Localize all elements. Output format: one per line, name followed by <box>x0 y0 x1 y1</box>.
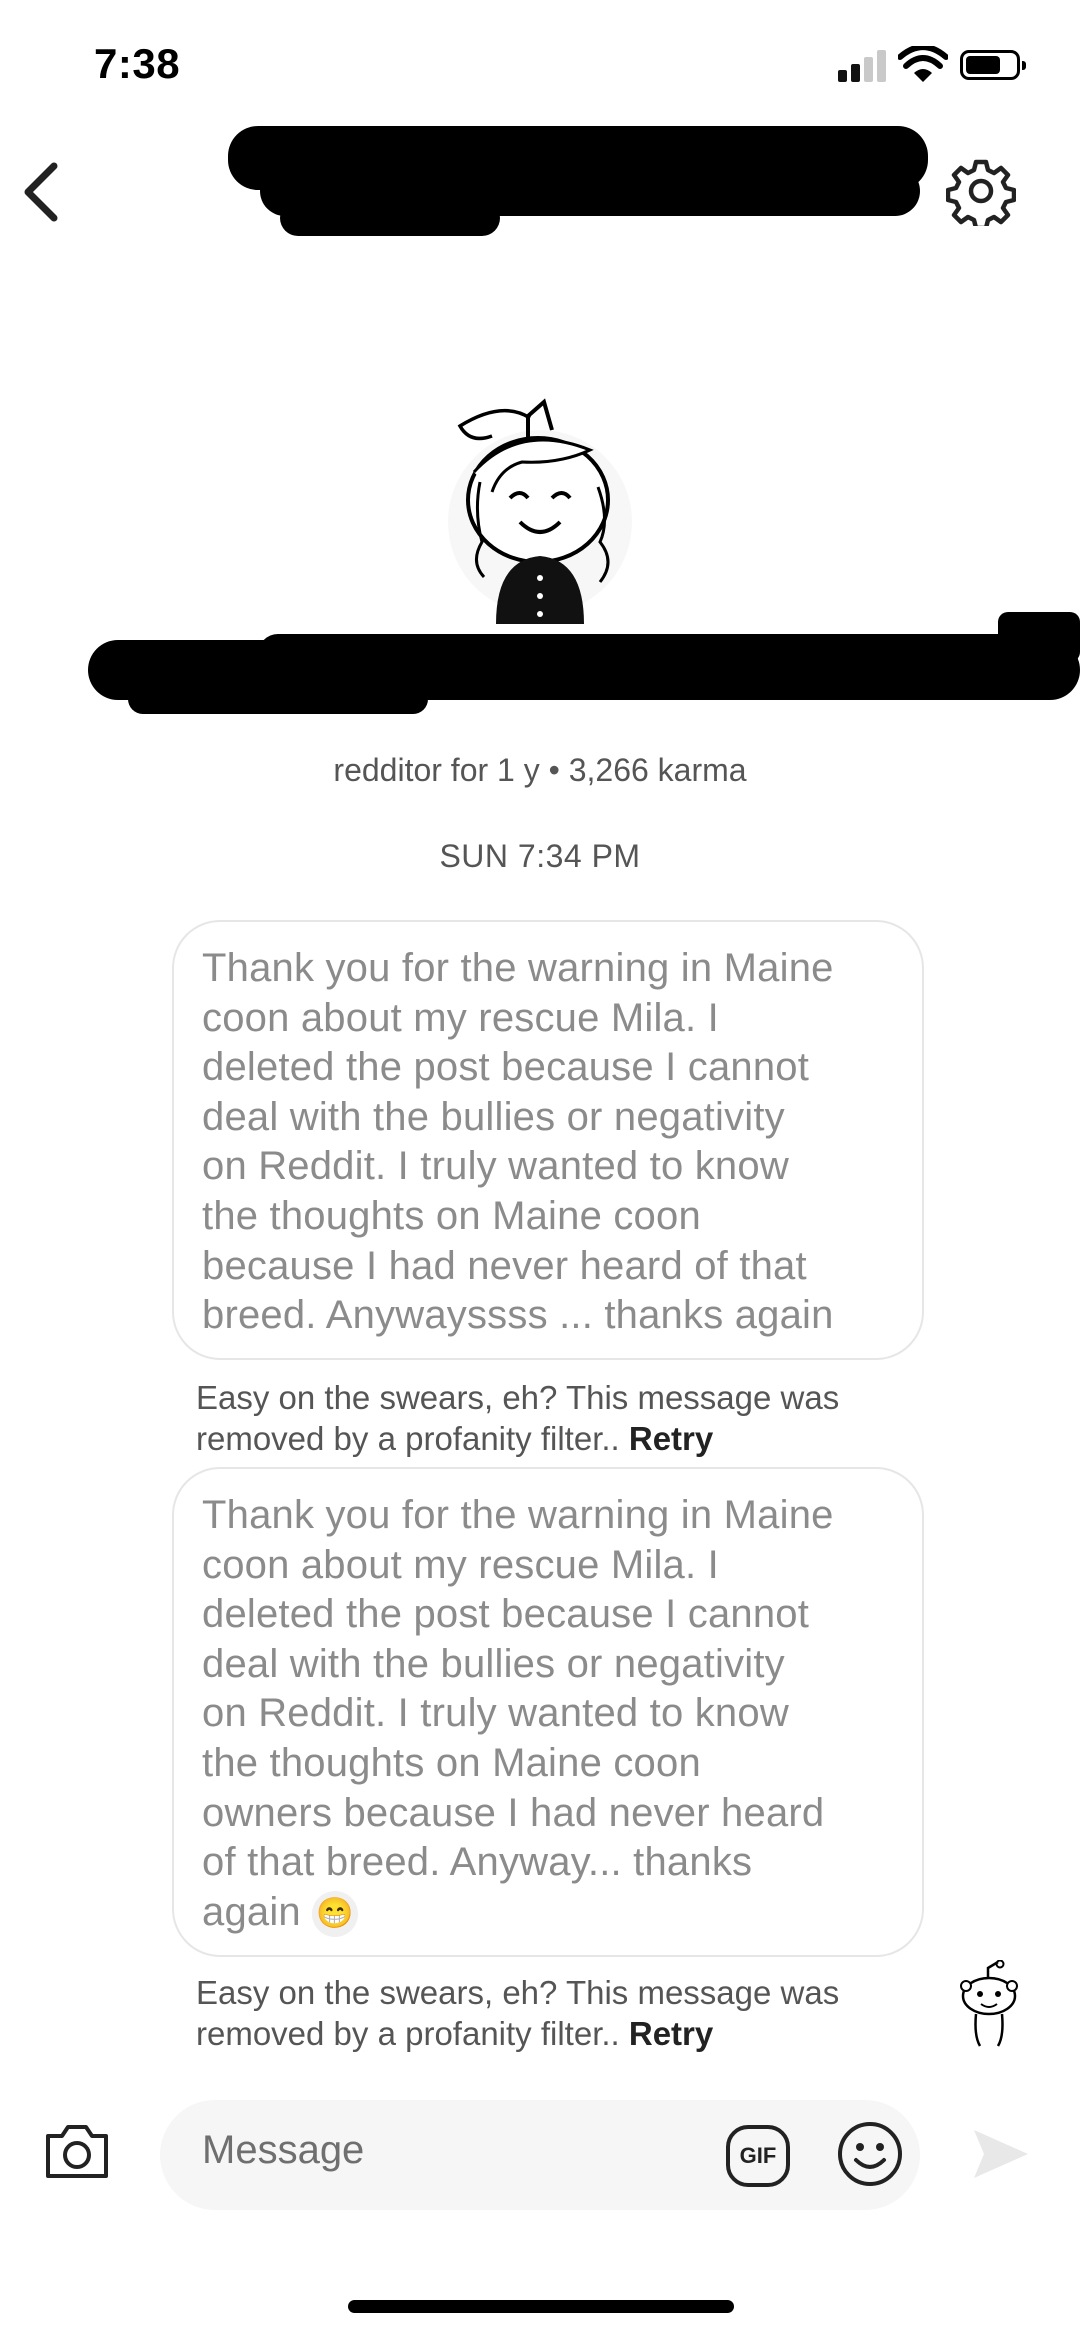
back-icon[interactable] <box>18 160 66 224</box>
profanity-error: Easy on the swears, eh? This message was… <box>196 1377 956 1459</box>
status-time: 7:38 <box>94 40 181 87</box>
message-bubble[interactable]: Thank you for the warning in Maine coon … <box>172 920 924 1360</box>
wifi-icon <box>898 46 948 82</box>
sender-avatar <box>960 1960 1018 2047</box>
redacted-display-name <box>88 612 1080 742</box>
home-indicator <box>348 2300 734 2313</box>
send-button[interactable] <box>970 2126 1032 2182</box>
message-text-body: Thank you for the warning in Maine coon … <box>202 1493 834 1934</box>
redacted-username <box>220 120 940 240</box>
profanity-error: Easy on the swears, eh? This message was… <box>196 1972 956 2054</box>
retry-button[interactable]: Retry <box>629 2015 713 2052</box>
message-bubble[interactable]: Thank you for the warning in Maine coon … <box>172 1467 924 1957</box>
gif-label: GIF <box>739 2143 777 2168</box>
message-placeholder: Message <box>202 2128 365 2172</box>
profile-meta: redditor for 1 y • 3,266 karma <box>333 752 747 788</box>
emoji-button[interactable] <box>836 2120 904 2188</box>
error-text: Easy on the swears, eh? This message was… <box>196 1379 840 1457</box>
gif-button[interactable]: GIF <box>726 2125 790 2187</box>
message-text: Thank you for the warning in Maine coon … <box>202 1491 894 1938</box>
camera-button[interactable] <box>44 2122 110 2180</box>
profile-avatar[interactable] <box>440 392 640 624</box>
date-divider: SUN 7:34 PM <box>439 838 641 874</box>
message-text: Thank you for the warning in Maine coon … <box>202 946 834 1338</box>
error-text: Easy on the swears, eh? This message was… <box>196 1974 840 2052</box>
signal-icon <box>838 50 888 82</box>
retry-button[interactable]: Retry <box>629 1420 713 1457</box>
settings-icon[interactable] <box>946 156 1016 226</box>
grin-emoji-icon: 😁 <box>312 1891 359 1938</box>
battery-icon <box>960 50 1026 80</box>
